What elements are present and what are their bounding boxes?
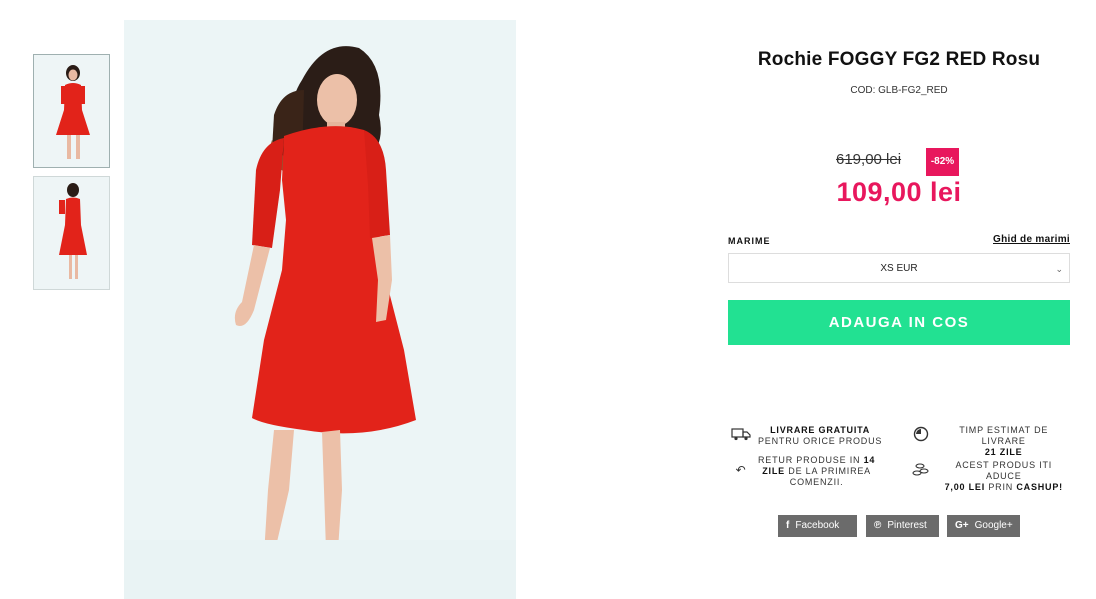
size-selected-value: XS EUR (880, 263, 918, 274)
returns-line-2: ZILE DE LA PRIMIREA (762, 466, 871, 476)
thumbnail-front[interactable] (33, 54, 110, 168)
pinterest-icon: ℗ (874, 520, 882, 531)
truck-icon (730, 425, 752, 443)
thumbnail-side[interactable] (33, 176, 110, 290)
clock-icon (910, 425, 931, 443)
old-price: 619,00 lei (836, 151, 902, 168)
returns-line-3: COMENZII. (789, 477, 844, 487)
share-google-plus-button[interactable]: G+ Google+ (947, 515, 1020, 537)
delivery-time-value: 21 ZILE (984, 447, 1023, 457)
returns-line-1: RETUR PRODUSE IN 14 (758, 455, 876, 465)
return-arrow-icon: ↶ (735, 463, 747, 477)
thumbnail-gallery (33, 54, 110, 298)
add-to-cart-button[interactable]: ADAUGA IN COS (728, 300, 1070, 345)
facebook-icon: f (786, 520, 790, 531)
share-facebook-button[interactable]: f Facebook (778, 515, 857, 537)
thumbnail-front-image (34, 55, 109, 167)
size-label: MARIME (728, 236, 771, 246)
product-code: COD: GLB-FG2_RED (850, 85, 948, 96)
feature-returns: ↶ RETUR PRODUSE IN 14 ZILE DE LA PRIMIRE… (730, 455, 875, 488)
delivery-time-title: TIMP ESTIMAT DE LIVRARE (959, 425, 1049, 446)
product-title: Rochie FOGGY FG2 RED Rosu (757, 49, 1041, 70)
thumbnail-side-image (34, 177, 109, 289)
free-delivery-title: LIVRARE GRATUITA (770, 425, 871, 435)
free-delivery-subtitle: PENTRU ORICE PRODUS (758, 436, 883, 446)
discount-badge: -82% (926, 148, 959, 176)
google-plus-icon: G+ (955, 520, 969, 531)
cashup-line-1: ACEST PRODUS ITI ADUCE (955, 460, 1053, 481)
feature-delivery-time: TIMP ESTIMAT DE LIVRARE 21 ZILE (910, 425, 1070, 458)
model-in-red-dress-illustration (124, 20, 516, 599)
feature-cashup: ACEST PRODUS ITI ADUCE 7,00 LEI PRIN CAS… (910, 460, 1070, 493)
cashup-line-2: 7,00 LEI PRIN CASHUP! (944, 482, 1063, 492)
size-guide-link[interactable]: Ghid de marimi (993, 234, 1070, 245)
main-product-image[interactable] (124, 20, 516, 599)
feature-free-delivery: LIVRARE GRATUITA PENTRU ORICE PRODUS (730, 425, 882, 447)
share-pinterest-button[interactable]: ℗ Pinterest (866, 515, 939, 537)
current-price: 109,00 lei (836, 177, 962, 207)
chevron-down-icon: ⌄ (1055, 264, 1063, 274)
coins-icon (910, 460, 932, 478)
size-select[interactable]: XS EUR ⌄ (728, 253, 1070, 283)
